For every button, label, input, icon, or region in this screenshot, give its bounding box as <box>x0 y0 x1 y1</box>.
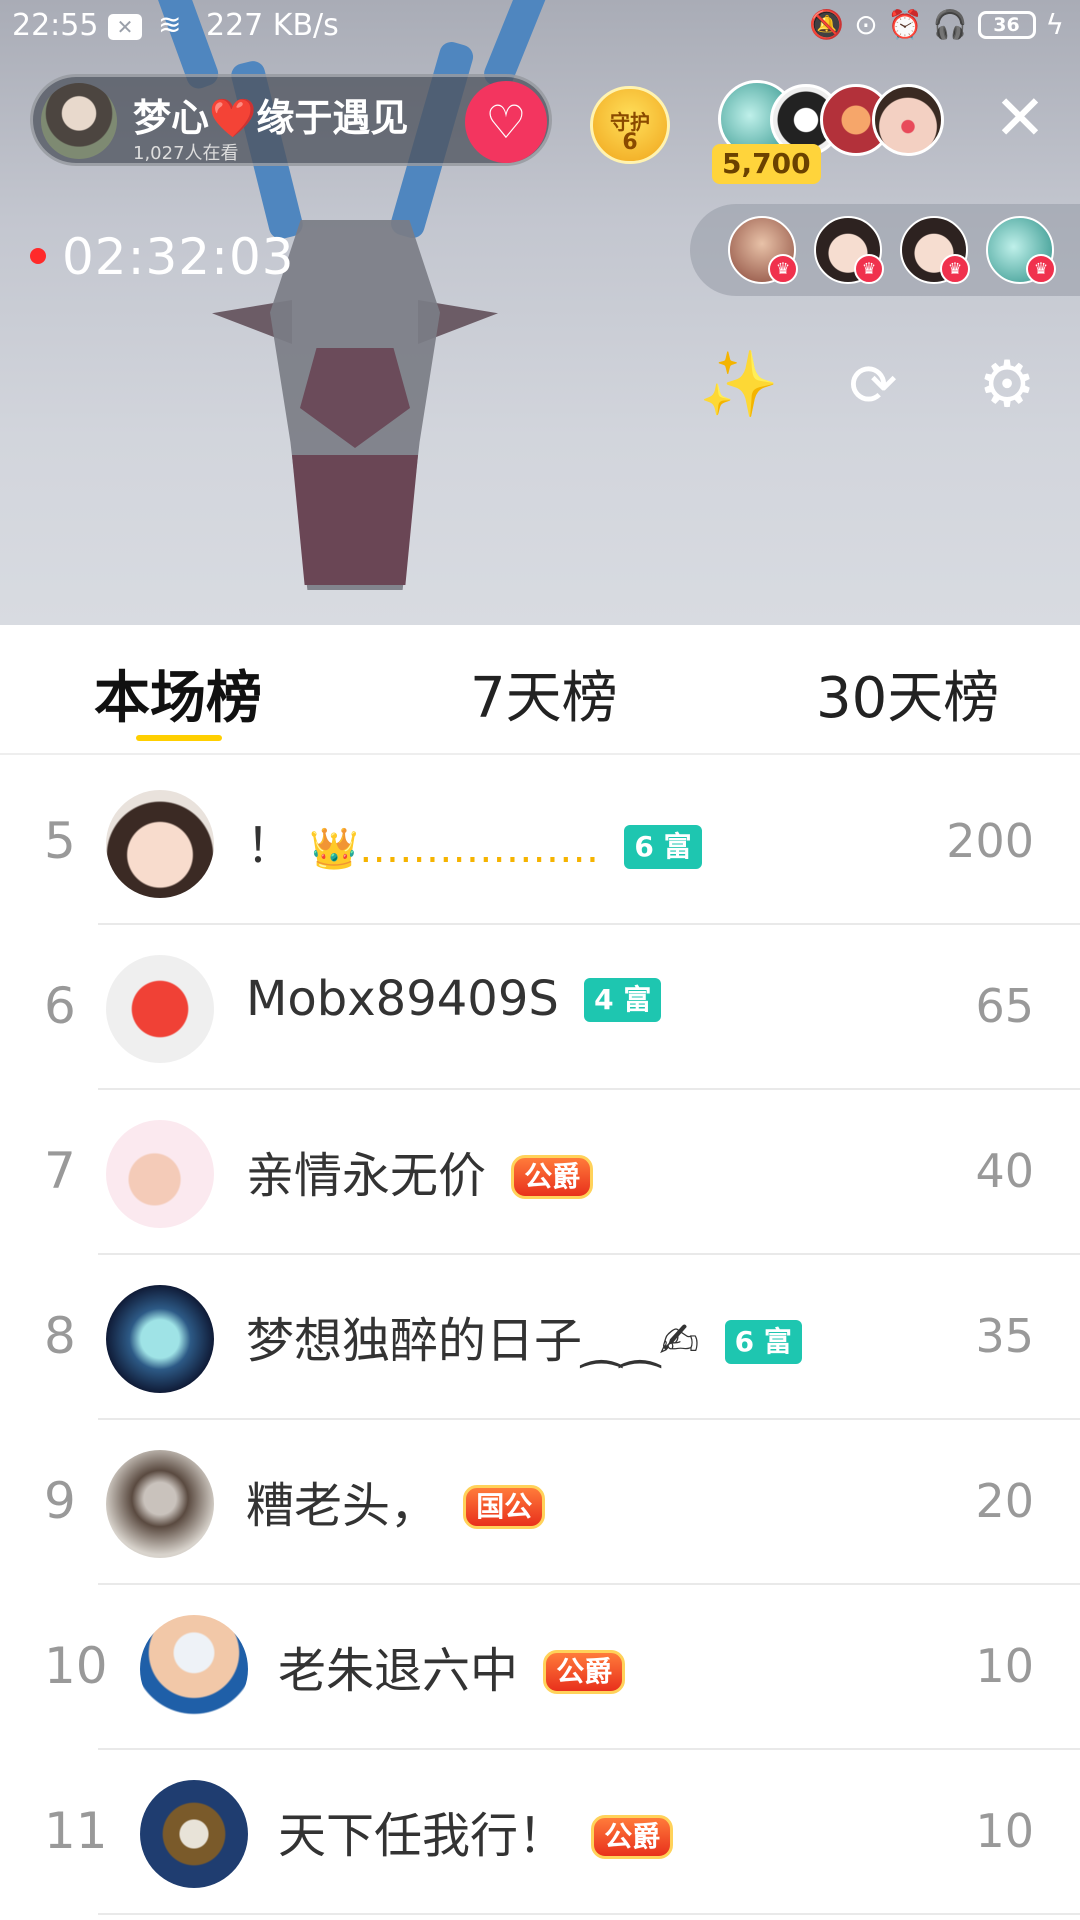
guard-badge[interactable]: 守护 6 <box>584 80 676 168</box>
seat-icon: ♛ <box>854 254 884 284</box>
top-fan-avatar-4[interactable] <box>872 84 944 156</box>
noble-title-badge: 公爵 <box>591 1815 674 1859</box>
viewer-avatar-2[interactable]: ♛ <box>814 216 884 284</box>
follow-heart-button[interactable]: ♡ <box>465 81 547 163</box>
active-tab-indicator <box>136 735 222 741</box>
leaderboard-tabs: 本场榜 7天榜 30天榜 <box>0 625 1080 755</box>
viewer-avatar-3[interactable]: ♛ <box>900 216 970 284</box>
sim-x-icon: ✕ <box>108 14 142 40</box>
status-icons: 🔕 ⊙ ⏰ 🎧 36 ϟ <box>809 8 1064 41</box>
seat-icon: ♛ <box>940 254 970 284</box>
rank-number: 11 <box>44 1802 108 1860</box>
user-name: 天下任我行！ 公爵 <box>278 1796 674 1866</box>
viewer-avatar-1[interactable]: ♛ <box>728 216 798 284</box>
status-bar: 22:55 ✕ ≋ 227 KB/s 🔕 ⊙ ⏰ 🎧 36 ϟ <box>0 0 1080 52</box>
user-name: 老朱退六中 公爵 <box>278 1631 626 1701</box>
score: 65 <box>975 979 1034 1033</box>
beauty-wand-icon[interactable]: ✨ <box>694 340 784 430</box>
avatar[interactable] <box>140 1780 248 1888</box>
host-info-pill[interactable]: 梦心❤️缘于遇见 1,027人在看 ♡ <box>30 74 552 166</box>
user-name: ！ 👑……………… 6 富 <box>246 806 702 876</box>
alarm-icon: ⏰ <box>887 8 923 41</box>
list-item[interactable]: 7 亲情永无价 公爵 40 <box>0 1090 1080 1255</box>
heart-plus-icon: ♡ <box>485 95 527 149</box>
noble-title-badge: 公爵 <box>543 1650 626 1694</box>
seat-icon: ♛ <box>768 254 798 284</box>
score: 10 <box>975 1639 1034 1693</box>
tab-30-days[interactable]: 30天榜 <box>816 653 999 734</box>
avatar[interactable] <box>106 1285 214 1393</box>
charging-icon: ϟ <box>1045 8 1064 41</box>
rank-number: 7 <box>44 1142 76 1200</box>
host-name: 梦心❤️缘于遇见 <box>133 96 409 140</box>
divider <box>98 1913 1080 1915</box>
status-time: 22:55 <box>12 8 99 43</box>
list-item[interactable]: 9 糟老头， 国公 20 <box>0 1420 1080 1585</box>
user-name: 梦想独醉的日子⁔⁔✍ 6 富 <box>246 1301 802 1371</box>
seat-icon: ♛ <box>1026 254 1056 284</box>
rank-number: 10 <box>44 1637 108 1695</box>
live-elapsed-time: 02:32:03 <box>62 228 295 286</box>
crown-dots-decoration: 👑……………… <box>309 826 600 872</box>
avatar[interactable] <box>106 1450 214 1558</box>
score: 200 <box>946 814 1034 868</box>
tab-7-days[interactable]: 7天榜 <box>470 653 618 734</box>
wealth-level-badge: 4 富 <box>584 978 662 1022</box>
score: 40 <box>975 1144 1034 1198</box>
list-item[interactable]: 11 天下任我行！ 公爵 10 <box>0 1750 1080 1915</box>
rank-number: 8 <box>44 1307 76 1365</box>
tab-current-session[interactable]: 本场榜 <box>94 653 262 734</box>
settings-gear-icon[interactable]: ⚙ <box>962 340 1052 430</box>
guard-count: 6 <box>622 130 638 155</box>
wifi-icon: ≋ <box>158 8 182 41</box>
live-room-screen: 22:55 ✕ ≋ 227 KB/s 🔕 ⊙ ⏰ 🎧 36 ϟ 梦心❤️缘于遇见… <box>0 0 1080 1920</box>
host-avatar[interactable] <box>41 83 117 159</box>
battery-icon: 36 <box>977 10 1036 39</box>
lock-rotation-icon: ⊙ <box>854 8 878 41</box>
wealth-level-badge: 6 富 <box>624 825 702 869</box>
score: 35 <box>975 1309 1034 1363</box>
list-item[interactable]: 6 Mobx89409S 4 富 65 <box>0 925 1080 1090</box>
noble-title-badge: 国公 <box>463 1485 546 1529</box>
viewer-count: 1,027人在看 <box>133 143 239 161</box>
avatar[interactable] <box>106 1120 214 1228</box>
live-video-view[interactable]: 22:55 ✕ ≋ 227 KB/s 🔕 ⊙ ⏰ 🎧 36 ϟ 梦心❤️缘于遇见… <box>0 0 1080 625</box>
seated-viewers-strip[interactable]: ♛ ♛ ♛ ♛ <box>690 204 1080 296</box>
rank-number: 5 <box>44 812 76 870</box>
score: 10 <box>975 1804 1034 1858</box>
score: 20 <box>975 1474 1034 1528</box>
fan-coin-count: 5,700 <box>712 144 821 184</box>
user-name: 亲情永无价 公爵 <box>246 1136 594 1206</box>
viewer-avatar-4[interactable]: ♛ <box>986 216 1056 284</box>
rank-number: 6 <box>44 977 76 1035</box>
deer-chest-decoration <box>292 455 418 585</box>
list-item[interactable]: 8 梦想独醉的日子⁔⁔✍ 6 富 35 <box>0 1255 1080 1420</box>
close-icon[interactable]: ✕ <box>990 87 1050 149</box>
recording-dot-icon <box>30 248 46 264</box>
network-speed: 227 KB/s <box>206 8 339 43</box>
headphones-icon: 🎧 <box>932 8 968 41</box>
mute-bell-icon: 🔕 <box>809 8 845 41</box>
avatar[interactable] <box>106 790 214 898</box>
avatar[interactable] <box>106 955 214 1063</box>
user-name: Mobx89409S 4 富 <box>246 971 662 1027</box>
avatar[interactable] <box>140 1615 248 1723</box>
wealth-level-badge: 6 富 <box>724 1320 802 1364</box>
list-item[interactable]: 10 老朱退六中 公爵 10 <box>0 1585 1080 1750</box>
list-item[interactable]: 5 ！ 👑……………… 6 富 200 <box>0 760 1080 925</box>
user-name: 糟老头， 国公 <box>246 1466 546 1536</box>
noble-title-badge: 公爵 <box>511 1155 594 1199</box>
rank-number: 9 <box>44 1472 76 1530</box>
camera-switch-icon[interactable]: ⟳ <box>828 340 918 430</box>
